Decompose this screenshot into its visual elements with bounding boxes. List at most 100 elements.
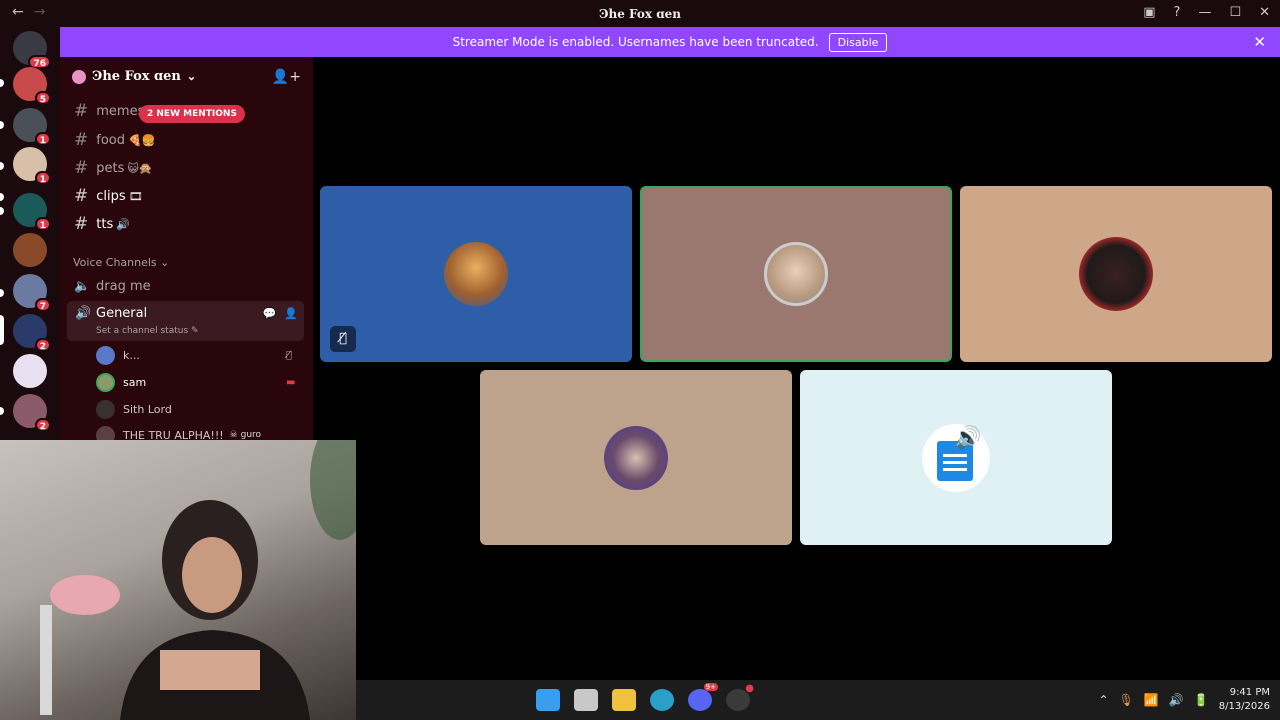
channel-food[interactable]: # food 🍕🍔 — [74, 129, 155, 151]
clock-date: 8/13/2026 — [1218, 701, 1270, 712]
avatar — [604, 425, 668, 490]
mic-icon[interactable]: 🎙 — [1119, 693, 1134, 707]
participant-tile-tts[interactable]: 🔊 — [800, 370, 1112, 545]
hash-icon: # — [74, 186, 89, 206]
volume-icon[interactable]: 🔊 — [1169, 693, 1184, 707]
server-icon-selected[interactable]: 2 — [13, 314, 51, 352]
server-icon[interactable] — [13, 233, 47, 267]
hash-icon: # — [74, 101, 89, 121]
server-icon[interactable]: 2 — [13, 394, 51, 432]
task-view-icon[interactable] — [574, 689, 598, 711]
server-name[interactable]: Ͽhe Fox ɑen ⌄ — [72, 69, 196, 84]
speaker-icon: 🔊 — [954, 425, 982, 451]
battery-icon[interactable]: 🔋 — [1194, 693, 1209, 707]
unread-pip — [0, 79, 4, 87]
hash-icon: # — [74, 158, 89, 178]
channel-name: tts — [96, 216, 114, 232]
window-controls: ▣ ? — ☐ ✕ — [1143, 5, 1270, 20]
channel-emoji: 🍕🍔 — [128, 133, 156, 147]
server-name-text: Ͽhe Fox ɑen — [92, 69, 181, 84]
channel-emoji: 😺🙊 — [127, 161, 153, 175]
chat-icon[interactable]: 💬 — [263, 307, 277, 320]
server-icon[interactable]: 1 — [13, 108, 51, 146]
server-icon[interactable] — [13, 354, 47, 388]
channel-emoji: 🎞 — [128, 189, 143, 203]
voice-member[interactable]: k... 🎙̸ — [96, 344, 292, 366]
channel-name: clips — [96, 188, 126, 204]
mic-muted-icon: 🎙̸ — [286, 349, 293, 361]
inbox-icon[interactable]: ▣ — [1143, 5, 1155, 20]
channel-pets[interactable]: # pets 😺🙊 — [74, 157, 153, 179]
member-name: sam — [123, 375, 147, 389]
discord-badge: 9+ — [703, 683, 718, 691]
recording-dot: ● — [745, 683, 754, 694]
maximize-icon[interactable]: ☐ — [1229, 5, 1241, 20]
voice-channel-general[interactable]: 🔊 General Set a channel status ✎ 💬 👤 — [67, 301, 304, 341]
channel-status[interactable]: Set a channel status ✎ — [96, 326, 199, 336]
taskbar: 9+ ● ⌃ 🎙 📶 🔊 🔋 9:41 PM 8/13/2026 — [356, 680, 1280, 720]
channel-name: memes — [96, 103, 145, 119]
document-line — [943, 467, 967, 471]
taskbar-apps: 9+ ● — [536, 683, 754, 711]
server-badge: 5 — [34, 91, 51, 105]
invite-icon[interactable]: 👤+ — [272, 69, 301, 85]
app-window: ← → Ͽhe Fox ɑen ▣ ? — ☐ ✕ 76 5 1 1 1 7 2… — [0, 0, 1280, 720]
disable-button[interactable]: Disable — [828, 32, 888, 52]
voice-member[interactable]: Sith Lord — [96, 398, 172, 420]
voice-member[interactable]: sam ▬ — [96, 371, 295, 393]
chevron-up-icon[interactable]: ⌃ — [1099, 693, 1109, 707]
server-icon[interactable]: 7 — [13, 274, 51, 312]
clock-time: 9:41 PM — [1229, 687, 1270, 698]
help-icon[interactable]: ? — [1174, 5, 1181, 20]
voice-channels-header[interactable]: Voice Channels ⌄ — [73, 256, 169, 269]
voice-header-text: Voice Channels — [73, 256, 157, 269]
unread-pip — [0, 121, 4, 129]
banner-close-icon[interactable]: ✕ — [1253, 33, 1266, 51]
server-icon[interactable]: 1 — [13, 193, 51, 231]
server-badge: 1 — [34, 132, 51, 146]
avatar — [96, 399, 115, 419]
member-name: Sith Lord — [123, 402, 172, 416]
streamer-mode-banner: Streamer Mode is enabled. Usernames have… — [60, 27, 1280, 57]
document-line — [943, 460, 967, 464]
webcam-overlay — [0, 440, 356, 720]
avatar — [96, 372, 115, 392]
server-home[interactable]: 76 — [13, 31, 51, 69]
channel-name: pets — [96, 160, 125, 176]
wifi-icon[interactable]: 📶 — [1144, 693, 1159, 707]
participant-tile-kailash[interactable]: 🎙̸ — [320, 186, 632, 362]
discord-icon[interactable]: 9+ — [688, 683, 718, 711]
streaming-icon: ▬ — [286, 376, 296, 388]
unread-pip — [0, 289, 4, 297]
participant-tile[interactable] — [960, 186, 1272, 362]
server-icon[interactable]: 5 — [13, 67, 51, 105]
tts-document-icon: 🔊 — [922, 423, 990, 492]
webcam-feed — [40, 440, 356, 720]
participant-tile[interactable] — [480, 370, 792, 545]
channel-sidebar: Ͽhe Fox ɑen ⌄ 👤+ # memes 2 NEW MENTIONS … — [0, 57, 313, 445]
hash-icon: # — [74, 130, 89, 150]
system-tray: ⌃ 🎙 📶 🔊 🔋 9:41 PM 8/13/2026 — [1099, 686, 1270, 714]
minimize-icon[interactable]: — — [1198, 5, 1211, 20]
channel-clips[interactable]: # clips 🎞 — [74, 185, 143, 207]
new-mentions-pill[interactable]: 2 NEW MENTIONS — [139, 105, 245, 123]
voice-channel-drag-me[interactable]: 🔈 drag me — [74, 275, 151, 297]
channel-name: General — [96, 306, 148, 321]
windows-start-icon[interactable] — [536, 689, 560, 711]
clock[interactable]: 9:41 PM 8/13/2026 — [1219, 686, 1270, 714]
close-icon[interactable]: ✕ — [1259, 5, 1270, 20]
unread-pip — [0, 407, 4, 415]
obs-icon[interactable]: ● — [726, 683, 754, 711]
channel-memes[interactable]: # memes — [74, 100, 144, 122]
participant-tile-speaking[interactable] — [640, 186, 952, 362]
server-icon[interactable]: 1 — [13, 147, 51, 185]
banner-text: Streamer Mode is enabled. Usernames have… — [452, 35, 819, 49]
add-member-icon[interactable]: 👤 — [284, 307, 298, 320]
edge-icon[interactable] — [650, 689, 674, 711]
unread-pip — [0, 162, 4, 170]
file-explorer-icon[interactable] — [612, 689, 636, 711]
server-badge: 2 — [34, 418, 51, 432]
channel-tts[interactable]: # tts 🔊 — [74, 213, 130, 235]
hash-icon: # — [74, 214, 89, 234]
server-flower-icon — [72, 69, 86, 84]
